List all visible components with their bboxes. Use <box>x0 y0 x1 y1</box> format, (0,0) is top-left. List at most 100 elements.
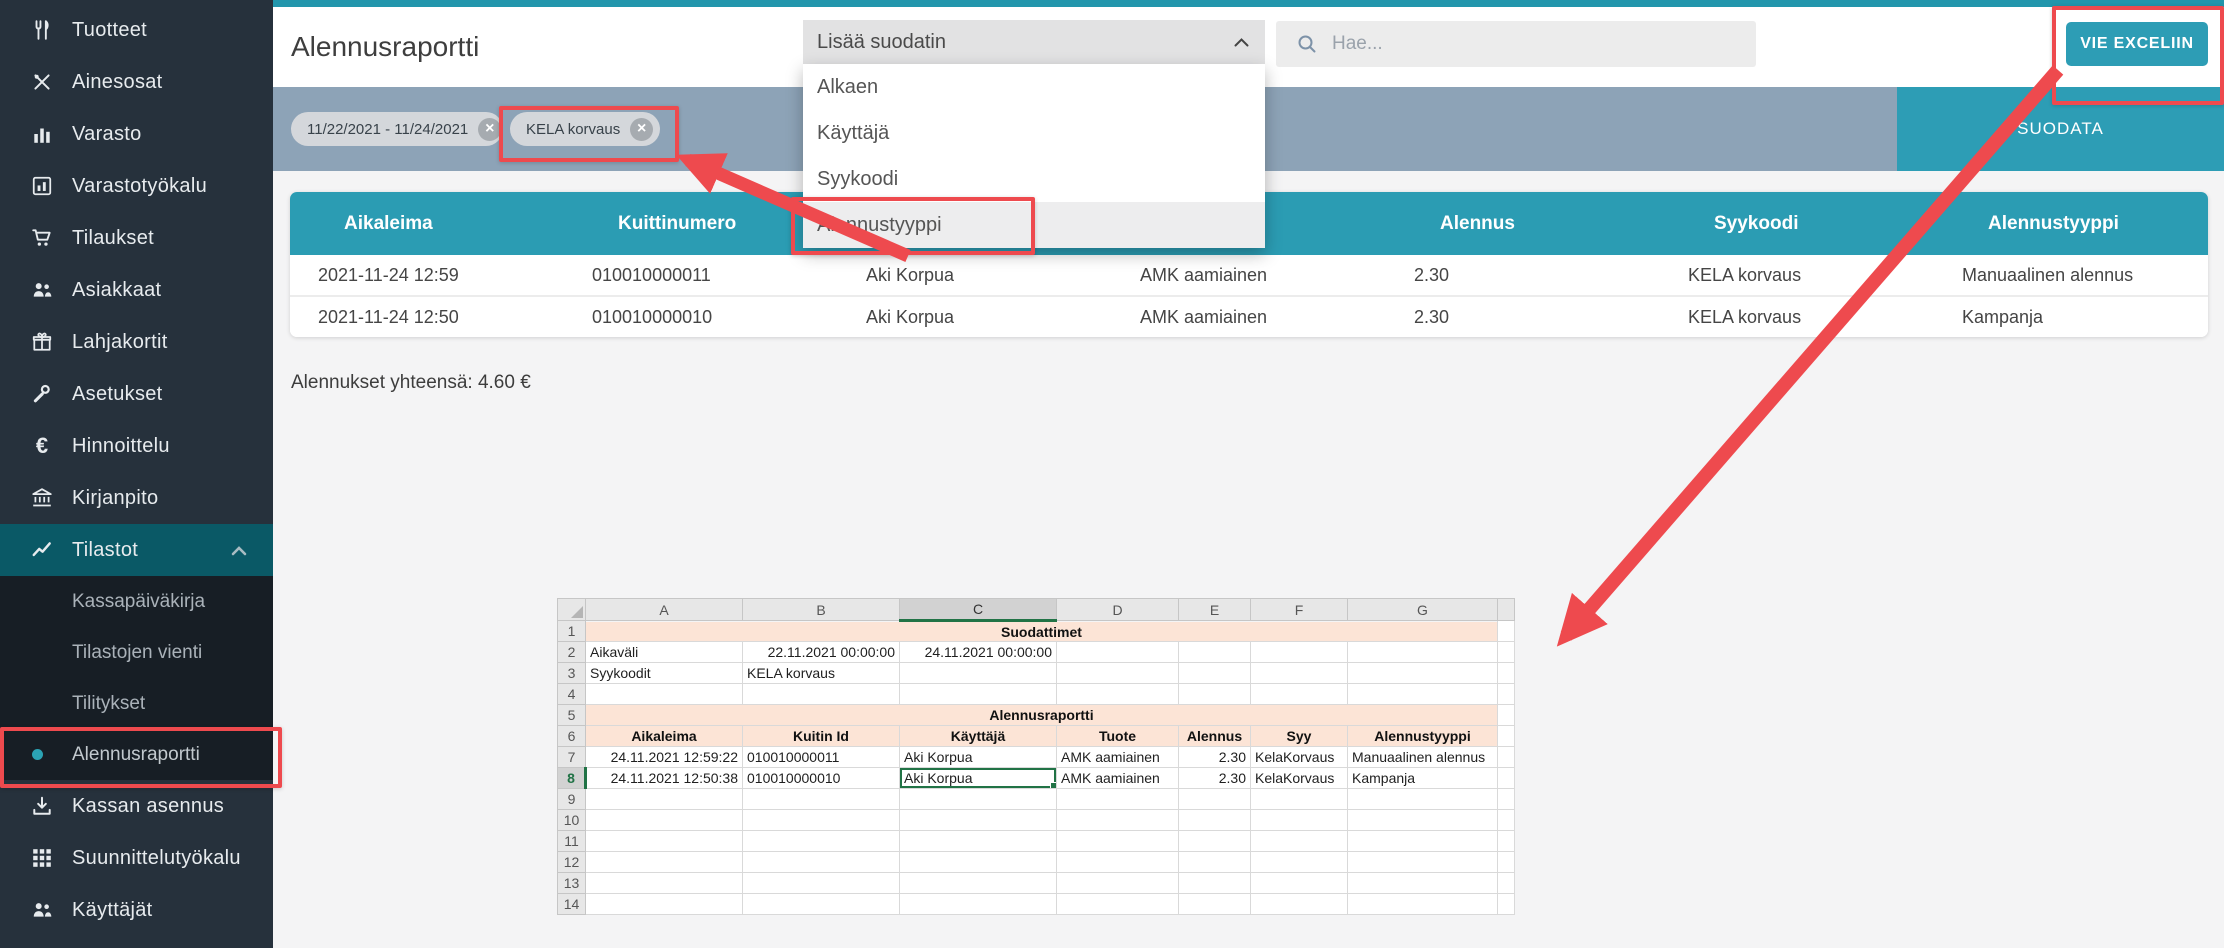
sidebar-subitem-kassapaivakirja[interactable]: Kassapäiväkirja <box>0 576 273 627</box>
sidebar-item-tuotteet[interactable]: Tuotteet <box>0 4 273 56</box>
excel-row-number-selected: 8 <box>558 768 586 789</box>
crossed-utensils-icon <box>30 70 54 94</box>
close-icon[interactable] <box>478 118 501 141</box>
bar-chart-icon <box>30 122 54 146</box>
sidebar-item-asetukset[interactable]: Asetukset <box>0 368 273 420</box>
add-filter-label: Lisää suodatin <box>817 31 946 54</box>
sidebar-item-ainesosat[interactable]: Ainesosat <box>0 56 273 108</box>
excel-row: 10 <box>558 810 1515 831</box>
excel-cell <box>743 873 900 894</box>
sidebar-item-label: Asiakkaat <box>72 279 161 302</box>
close-icon[interactable] <box>630 118 653 141</box>
excel-cell <box>1348 852 1498 873</box>
excel-cell <box>900 873 1057 894</box>
search-box <box>1276 21 1756 67</box>
excel-cell <box>900 831 1057 852</box>
excel-cell <box>1251 873 1348 894</box>
cell-tuote: AMK aamiainen <box>1112 255 1386 295</box>
excel-cell <box>743 684 900 705</box>
table-row: 2021-11-24 12:50 010010000010 Aki Korpua… <box>290 295 2208 337</box>
excel-cell <box>586 894 743 915</box>
excel-cell <box>900 663 1057 684</box>
excel-row: 8 24.11.2021 12:50:38 010010000010 Aki K… <box>558 768 1515 789</box>
excel-cell <box>1251 810 1348 831</box>
excel-cell: AMK aamiainen <box>1057 747 1179 768</box>
excel-col-header-selected: C <box>900 599 1057 621</box>
sidebar-subitem-alennusraportti[interactable]: Alennusraportti <box>0 729 273 780</box>
dropdown-option-syykoodi[interactable]: Syykoodi <box>803 156 1265 202</box>
excel-cell <box>1057 831 1179 852</box>
sidebar-item-varastotyokalu[interactable]: Varastotyökalu <box>0 160 273 212</box>
excel-row-number: 11 <box>558 831 586 852</box>
excel-cell <box>586 789 743 810</box>
excel-row: 14 <box>558 894 1515 915</box>
add-filter-dropdown: Lisää suodatin Alkaen Käyttäjä Syykoodi … <box>803 20 1265 248</box>
excel-cell: Aki Korpua <box>900 747 1057 768</box>
sidebar-item-label: Tilaukset <box>72 227 154 250</box>
excel-row-number: 10 <box>558 810 586 831</box>
excel-row-number: 5 <box>558 705 586 726</box>
sidebar-item-lahjakortit[interactable]: Lahjakortit <box>0 316 273 368</box>
excel-cell <box>1251 852 1348 873</box>
excel-row-number: 14 <box>558 894 586 915</box>
sidebar-item-label: Lahjakortit <box>72 331 168 354</box>
excel-row: 5 Alennusraportti <box>558 705 1515 726</box>
sidebar-subitem-tilastojen-vienti[interactable]: Tilastojen vienti <box>0 627 273 678</box>
excel-cell <box>743 789 900 810</box>
sidebar-item-tilaukset[interactable]: Tilaukset <box>0 212 273 264</box>
excel-cell: 24.11.2021 12:50:38 <box>586 768 743 789</box>
excel-row: 2 Aikaväli 22.11.2021 00:00:00 24.11.202… <box>558 642 1515 663</box>
column-header: Alennustyyppi <box>1934 192 2208 255</box>
sidebar-item-varasto[interactable]: Varasto <box>0 108 273 160</box>
excel-cell: AMK aamiainen <box>1057 768 1179 789</box>
cell-kuittinumero: 010010000010 <box>564 297 838 337</box>
bank-icon <box>30 486 54 510</box>
sidebar-item-label: Suunnittelutyökalu <box>72 847 241 870</box>
excel-cell: 22.11.2021 00:00:00 <box>743 642 900 663</box>
excel-cell <box>586 810 743 831</box>
cell-kayttaja: Aki Korpua <box>838 297 1112 337</box>
excel-cell <box>1057 663 1179 684</box>
sidebar-item-tilastot[interactable]: Tilastot <box>0 524 273 576</box>
dropdown-option-alennustyyppi[interactable]: Alennustyyppi <box>803 202 1265 248</box>
cell-kayttaja: Aki Korpua <box>838 255 1112 295</box>
excel-col-header: A <box>586 599 743 621</box>
excel-row-number: 3 <box>558 663 586 684</box>
excel-cell <box>1057 789 1179 810</box>
dropdown-option-alkaen[interactable]: Alkaen <box>803 64 1265 110</box>
excel-cell <box>1498 894 1515 915</box>
excel-selected-cell: Aki Korpua <box>900 768 1057 789</box>
excel-cell <box>1057 642 1179 663</box>
sidebar: Tuotteet Ainesosat Varasto Varastotyökal… <box>0 0 273 948</box>
excel-row-number: 6 <box>558 726 586 747</box>
filter-apply-button[interactable]: SUODATA <box>1897 87 2224 171</box>
export-to-excel-button[interactable]: VIE EXCELIIN <box>2066 22 2208 66</box>
column-header: Kuittinumero <box>564 192 838 255</box>
search-input[interactable] <box>1330 32 1734 56</box>
excel-cell <box>1498 663 1515 684</box>
sidebar-subitem-label: Tilitykset <box>72 693 145 715</box>
excel-header-cell: Aikaleima <box>586 726 743 747</box>
dropdown-option-kayttaja[interactable]: Käyttäjä <box>803 110 1265 156</box>
app-window: Tuotteet Ainesosat Varasto Varastotyökal… <box>0 0 2224 948</box>
excel-row-number: 2 <box>558 642 586 663</box>
sidebar-item-kirjanpito[interactable]: Kirjanpito <box>0 472 273 524</box>
sidebar-item-kassan-asennus[interactable]: Kassan asennus <box>0 780 273 832</box>
cell-alennus: 2.30 <box>1386 255 1660 295</box>
sidebar-subitem-tilitykset[interactable]: Tilitykset <box>0 678 273 729</box>
cell-syykoodi: KELA korvaus <box>1660 255 1934 295</box>
excel-row: 1 Suodattimet <box>558 621 1515 642</box>
sidebar-item-suunnittelutyokalu[interactable]: Suunnittelutyökalu <box>0 832 273 884</box>
excel-row: 7 24.11.2021 12:59:22 010010000011 Aki K… <box>558 747 1515 768</box>
excel-cell <box>1057 894 1179 915</box>
excel-cell <box>586 684 743 705</box>
excel-cell <box>1251 684 1348 705</box>
add-filter-toggle[interactable]: Lisää suodatin <box>803 20 1265 64</box>
sidebar-item-hinnoittelu[interactable]: € Hinnoittelu <box>0 420 273 472</box>
excel-cell <box>586 852 743 873</box>
filter-chip-kela-korvaus[interactable]: KELA korvaus <box>510 112 660 146</box>
excel-cell <box>743 894 900 915</box>
sidebar-item-kayttajat[interactable]: Käyttäjät <box>0 884 273 936</box>
sidebar-item-asiakkaat[interactable]: Asiakkaat <box>0 264 273 316</box>
filter-chip-date-range[interactable]: 11/22/2021 - 11/24/2021 <box>291 112 503 146</box>
